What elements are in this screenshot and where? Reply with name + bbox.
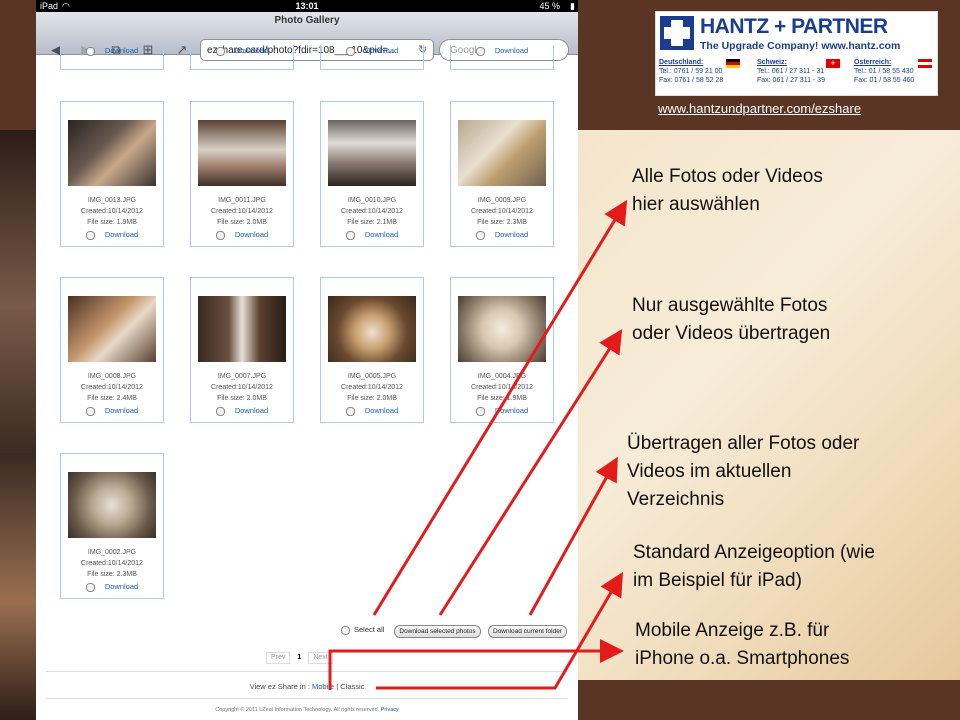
arrow-select-all bbox=[372, 199, 628, 616]
arrow-download-selected bbox=[438, 328, 623, 616]
annotation-arrows bbox=[328, 199, 628, 690]
arrow-classic-view bbox=[376, 571, 624, 690]
arrow-download-folder bbox=[528, 456, 618, 616]
